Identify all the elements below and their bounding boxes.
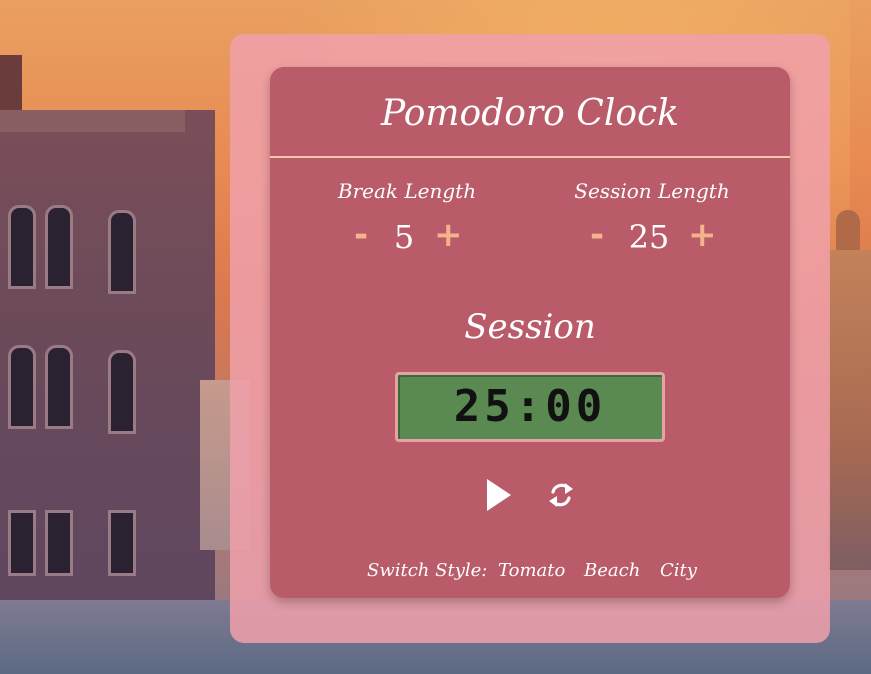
style-option-tomato[interactable]: Tomato — [498, 560, 565, 581]
break-increment-button[interactable]: + — [434, 215, 463, 255]
play-button[interactable] — [484, 477, 514, 513]
break-controls: - 5 + — [350, 215, 470, 259]
break-length-label: Break Length — [337, 179, 477, 203]
app-title: Pomodoro Clock — [380, 93, 679, 134]
style-option-beach[interactable]: Beach — [584, 560, 640, 581]
cornice — [0, 110, 185, 132]
chimney — [0, 55, 22, 115]
break-decrement-button[interactable]: - — [354, 215, 368, 255]
refresh-icon — [549, 483, 573, 507]
session-decrement-button[interactable]: - — [590, 215, 604, 255]
window — [45, 205, 73, 289]
style-option-city[interactable]: City — [660, 560, 697, 581]
switch-style-label: Switch Style: — [367, 560, 488, 581]
window — [108, 350, 136, 434]
session-controls: - 25 + — [588, 215, 728, 259]
window — [8, 205, 36, 289]
window — [108, 510, 136, 576]
play-icon — [487, 479, 511, 511]
window — [8, 510, 36, 576]
session-increment-button[interactable]: + — [688, 215, 717, 255]
session-length-value: 25 — [628, 218, 670, 256]
pomodoro-card: Pomodoro Clock Break Length - 5 + Sessio… — [270, 67, 790, 598]
reset-button[interactable] — [546, 480, 576, 510]
window — [108, 210, 136, 294]
right-building — [828, 250, 871, 570]
window — [8, 345, 36, 429]
title-divider — [270, 156, 790, 158]
timer-display: 25:00 — [395, 372, 665, 442]
timer-mode-label: Session — [464, 307, 596, 347]
break-length-value: 5 — [393, 218, 415, 256]
window — [45, 345, 73, 429]
session-length-label: Session Length — [574, 179, 730, 203]
window — [45, 510, 73, 576]
timer-time: 25:00 — [453, 381, 607, 432]
palazzo-building — [0, 55, 215, 674]
